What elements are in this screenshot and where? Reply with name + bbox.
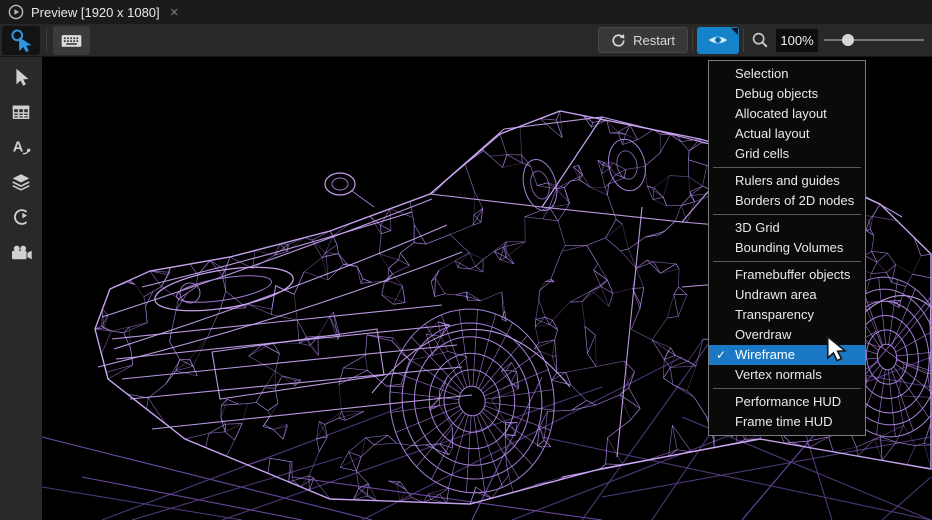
menu-item-vertex-normals[interactable]: Vertex normals — [709, 365, 865, 385]
menu-item-3d-grid[interactable]: 3D Grid — [709, 218, 865, 238]
menu-item-framebuffer-objects[interactable]: Framebuffer objects — [709, 265, 865, 285]
tab-title: Preview [1920 x 1080] — [31, 5, 160, 20]
restart-label: Restart — [633, 33, 675, 48]
menu-item-rulers-and-guides[interactable]: Rulers and guides — [709, 171, 865, 191]
toolbar: Restart 100% — [0, 24, 932, 57]
zoom-slider-handle[interactable] — [842, 34, 854, 46]
play-circle-icon — [8, 4, 24, 20]
menu-item-allocated-layout[interactable]: Allocated layout — [709, 104, 865, 124]
menu-item-grid-cells[interactable]: Grid cells — [709, 144, 865, 164]
magnifier-icon — [750, 30, 770, 50]
zoom-level-value: 100% — [776, 29, 818, 52]
app-window: Preview [1920 x 1080] ✕ — [0, 0, 932, 520]
debug-visualization-button[interactable] — [697, 27, 739, 54]
menu-item-debug-objects[interactable]: Debug objects — [709, 84, 865, 104]
pointer-tool[interactable] — [6, 65, 36, 89]
menu-item-selection[interactable]: Selection — [709, 64, 865, 84]
menu-separator — [713, 261, 861, 262]
table-tool[interactable] — [6, 100, 36, 124]
tab-bar: Preview [1920 x 1080] ✕ — [0, 0, 932, 24]
eye-icon — [707, 32, 729, 48]
menu-item-actual-layout[interactable]: Actual layout — [709, 124, 865, 144]
dropdown-notch — [731, 28, 738, 35]
layers-icon — [10, 171, 32, 193]
menu-item-borders-of-2d-nodes[interactable]: Borders of 2D nodes — [709, 191, 865, 211]
menu-separator — [713, 388, 861, 389]
layers-tool[interactable] — [6, 170, 36, 194]
interaction-mode-button[interactable] — [2, 26, 40, 55]
keyboard-icon — [59, 28, 84, 53]
menu-item-transparency[interactable]: Transparency — [709, 305, 865, 325]
zoom-slider-track — [824, 39, 924, 41]
touch-cursor-icon — [8, 27, 34, 53]
zoom-slider[interactable] — [824, 30, 924, 50]
video-camera-icon — [9, 241, 33, 263]
menu-separator — [713, 167, 861, 168]
tool-sidebar: A — [0, 57, 42, 520]
toolbar-separator — [743, 28, 744, 52]
svg-text:A: A — [13, 140, 24, 156]
close-icon[interactable]: ✕ — [167, 6, 182, 19]
table-icon — [10, 101, 32, 123]
keyboard-button[interactable] — [53, 26, 90, 55]
arrow-cursor-icon — [10, 66, 32, 88]
camera-tool[interactable] — [6, 240, 36, 264]
menu-separator — [713, 214, 861, 215]
menu-item-performance-hud[interactable]: Performance HUD — [709, 392, 865, 412]
toolbar-right-group: Restart 100% — [598, 27, 932, 54]
connections-tool[interactable] — [6, 205, 36, 229]
menu-item-undrawn-area[interactable]: Undrawn area — [709, 285, 865, 305]
restart-button[interactable]: Restart — [598, 27, 688, 53]
toolbar-separator — [46, 28, 47, 52]
menu-item-frame-time-hud[interactable]: Frame time HUD — [709, 412, 865, 432]
text-binding-icon: A — [10, 136, 32, 158]
toolbar-separator — [692, 28, 693, 52]
preview-tab[interactable]: Preview [1920 x 1080] ✕ — [0, 0, 190, 24]
text-tool[interactable]: A — [6, 135, 36, 159]
checkmark-icon: ✓ — [716, 345, 726, 365]
connection-arrow-icon — [10, 206, 32, 228]
restart-icon — [611, 33, 626, 48]
mouse-cursor — [826, 336, 850, 362]
menu-item-bounding-volumes[interactable]: Bounding Volumes — [709, 238, 865, 258]
debug-visualization-menu: Selection Debug objects Allocated layout… — [708, 60, 866, 436]
